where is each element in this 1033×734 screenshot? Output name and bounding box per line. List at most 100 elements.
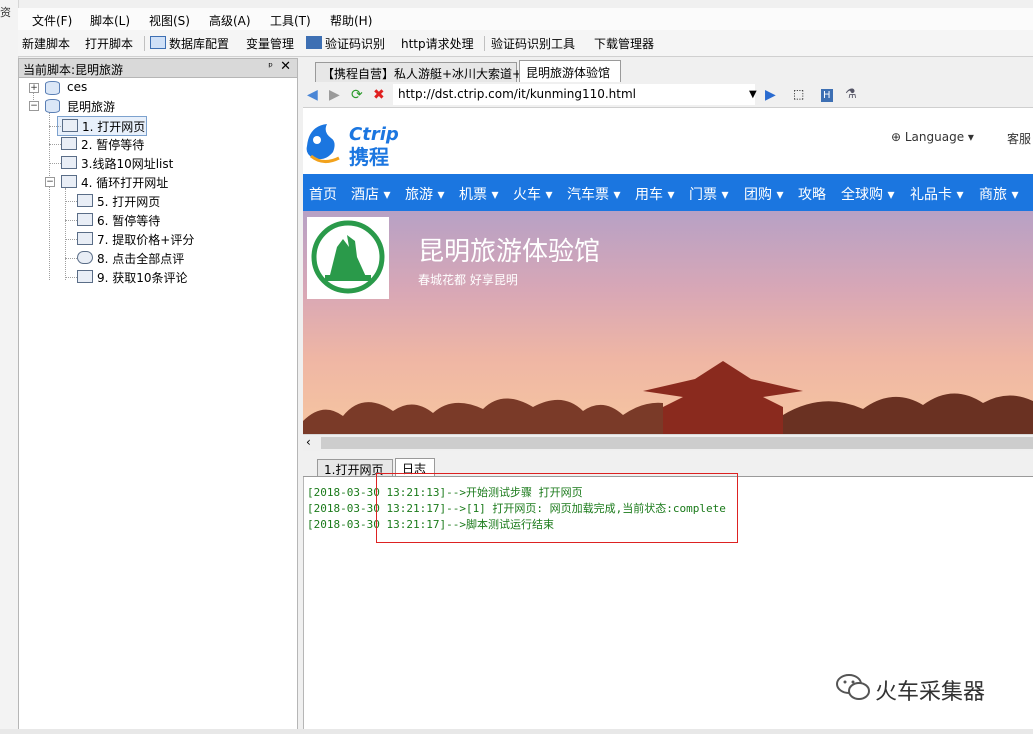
database-icon — [45, 81, 60, 95]
refresh-icon[interactable]: ⟳ — [351, 87, 363, 103]
captcha-button[interactable]: 验证码识别 — [306, 35, 385, 52]
nav-groupbuy[interactable]: 团购 ▾ — [744, 184, 783, 204]
web-view: Ctrip 携程 ⊕ Language ▾ 客服 首页 酒店 ▾ 旅游 ▾ 机票… — [303, 108, 1033, 438]
tree-connector — [65, 239, 77, 240]
tree-item-6[interactable]: 6. 暂停等待 — [73, 211, 223, 229]
menu-tools[interactable]: 工具(T) — [270, 12, 311, 29]
tab-label: 1.打开网页 — [324, 463, 384, 477]
flask-icon[interactable]: ⚗ — [845, 87, 857, 102]
nav-travel[interactable]: 旅游 ▾ — [405, 184, 444, 204]
status-bar — [0, 729, 1033, 734]
db-config-button[interactable]: 数据库配置 — [150, 35, 229, 52]
nav-flight[interactable]: 机票 ▾ — [459, 184, 498, 204]
stop-icon[interactable]: ✖ — [373, 87, 385, 103]
tree-item-7[interactable]: 7. 提取价格+评分 — [73, 230, 253, 248]
tree-root-ces[interactable]: + ces — [27, 79, 227, 97]
database-icon — [150, 36, 166, 49]
horizontal-scrollbar[interactable]: ‹ — [303, 434, 1033, 451]
customer-service-link[interactable]: 客服 — [1007, 130, 1031, 147]
open-script-button[interactable]: 打开脚本 — [85, 35, 133, 52]
select-element-icon[interactable]: ⬚ — [793, 87, 804, 101]
url-input[interactable]: http://dst.ctrip.com/it/kunming110.html — [393, 84, 755, 105]
tree-root-label: ces — [67, 80, 88, 94]
nav-guide[interactable]: 攻略 — [798, 184, 826, 204]
menu-help[interactable]: 帮助(H) — [330, 12, 372, 29]
nav-train[interactable]: 火车 ▾ — [513, 184, 552, 204]
nav-global[interactable]: 全球购 ▾ — [841, 184, 894, 204]
html-icon[interactable]: H — [821, 89, 833, 102]
ctrip-logo[interactable]: Ctrip 携程 — [303, 116, 421, 169]
panel-title: 当前脚本:昆明旅游 — [23, 63, 124, 77]
collapse-icon[interactable]: − — [29, 101, 39, 111]
language-selector[interactable]: ⊕ Language ▾ — [891, 130, 974, 144]
tree-item-label: 7. 提取价格+评分 — [97, 233, 195, 247]
nav-business[interactable]: 商旅 ▾ — [979, 184, 1018, 204]
pin-icon[interactable]: ᵖ — [268, 60, 273, 73]
collapse-icon[interactable]: − — [45, 177, 55, 187]
address-bar: ◀ ▶ ⟳ ✖ http://dst.ctrip.com/it/kunming1… — [303, 82, 1033, 108]
pause-icon — [77, 213, 93, 226]
logo-latin-text: Ctrip — [349, 124, 399, 145]
menu-advanced[interactable]: 高级(A) — [209, 12, 251, 29]
back-icon[interactable]: ◀ — [307, 87, 318, 103]
nav-car[interactable]: 用车 ▾ — [635, 184, 674, 204]
tree-connector — [65, 220, 77, 221]
loop-icon — [61, 175, 77, 188]
left-edge-window: 资 — [0, 0, 19, 734]
museum-logo — [307, 217, 389, 299]
scroll-left-icon[interactable]: ‹ — [306, 435, 311, 449]
db-config-label: 数据库配置 — [169, 37, 230, 51]
tree-root-label: 昆明旅游 — [67, 100, 116, 114]
captcha-label: 验证码识别 — [325, 37, 386, 51]
scroll-thumb[interactable] — [321, 437, 1033, 449]
tree-item-9[interactable]: 9. 获取10条评论 — [73, 268, 253, 286]
nav-bus[interactable]: 汽车票 ▾ — [567, 184, 620, 204]
new-script-button[interactable]: 新建脚本 — [22, 35, 70, 52]
site-nav: 首页 酒店 ▾ 旅游 ▾ 机票 ▾ 火车 ▾ 汽车票 ▾ 用车 ▾ 门票 ▾ 团… — [303, 174, 1033, 211]
tab-label: 昆明旅游体验馆 — [526, 66, 611, 80]
tree-item-label: 2. 暂停等待 — [81, 138, 145, 152]
script-tree: + ces − 昆明旅游 1. 打开网页 2. 暂停等待 3.线路10网址lis… — [18, 77, 298, 731]
tree-connector — [49, 112, 50, 280]
var-manage-button[interactable]: 变量管理 — [246, 35, 294, 52]
nav-giftcard[interactable]: 礼品卡 ▾ — [910, 184, 963, 204]
globe-icon: ⊕ — [891, 130, 905, 144]
menu-script[interactable]: 脚本(L) — [90, 12, 130, 29]
logo-cn-text: 携程 — [349, 145, 389, 168]
tree-item-label: 5. 打开网页 — [97, 195, 161, 209]
pause-icon — [61, 137, 77, 150]
tree-item-label: 6. 暂停等待 — [97, 214, 161, 228]
extract-icon — [77, 270, 93, 283]
toolbar-separator — [144, 36, 145, 51]
menu-view[interactable]: 视图(S) — [149, 12, 190, 29]
expand-icon[interactable]: + — [29, 83, 39, 93]
extract-icon — [61, 156, 77, 169]
tree-item-1[interactable]: 1. 打开网页 — [57, 116, 147, 136]
http-button[interactable]: http请求处理 — [401, 35, 474, 52]
tab-kunming[interactable]: 昆明旅游体验馆 — [519, 60, 621, 82]
tree-item-4[interactable]: − 4. 循环打开网址 — [41, 173, 241, 191]
open-page-icon — [62, 119, 78, 132]
tree-item-5[interactable]: 5. 打开网页 — [73, 192, 223, 210]
tree-item-8[interactable]: 8. 点击全部点评 — [73, 249, 253, 267]
captcha-tool-button[interactable]: 验证码识别工具 — [491, 35, 575, 52]
tree-item-label: 3.线路10网址list — [81, 157, 174, 171]
tree-item-3[interactable]: 3.线路10网址list — [57, 154, 227, 172]
toolbar-separator — [484, 36, 485, 51]
url-dropdown-icon[interactable]: ▼ — [749, 89, 757, 100]
nav-hotel[interactable]: 酒店 ▾ — [351, 184, 390, 204]
go-icon[interactable]: ▶ — [765, 87, 776, 103]
download-manager-button[interactable]: 下载管理器 — [594, 35, 654, 52]
menu-file[interactable]: 文件(F) — [32, 12, 72, 29]
panel-header: 当前脚本:昆明旅游 ᵖ ✕ — [18, 58, 298, 78]
database-icon — [45, 99, 60, 113]
banner-title: 昆明旅游体验馆 — [418, 237, 601, 267]
close-icon[interactable]: ✕ — [280, 59, 291, 74]
tree-item-2[interactable]: 2. 暂停等待 — [57, 135, 207, 153]
forward-icon[interactable]: ▶ — [329, 87, 340, 103]
tab-ctrip-yacht[interactable]: 【携程自营】私人游艇+冰川大索道+ — [315, 62, 522, 82]
tree-root-kunming[interactable]: − 昆明旅游 — [27, 97, 227, 115]
pagoda-tree-silhouette — [303, 361, 1033, 438]
nav-tickets[interactable]: 门票 ▾ — [689, 184, 728, 204]
nav-home[interactable]: 首页 — [309, 184, 337, 204]
